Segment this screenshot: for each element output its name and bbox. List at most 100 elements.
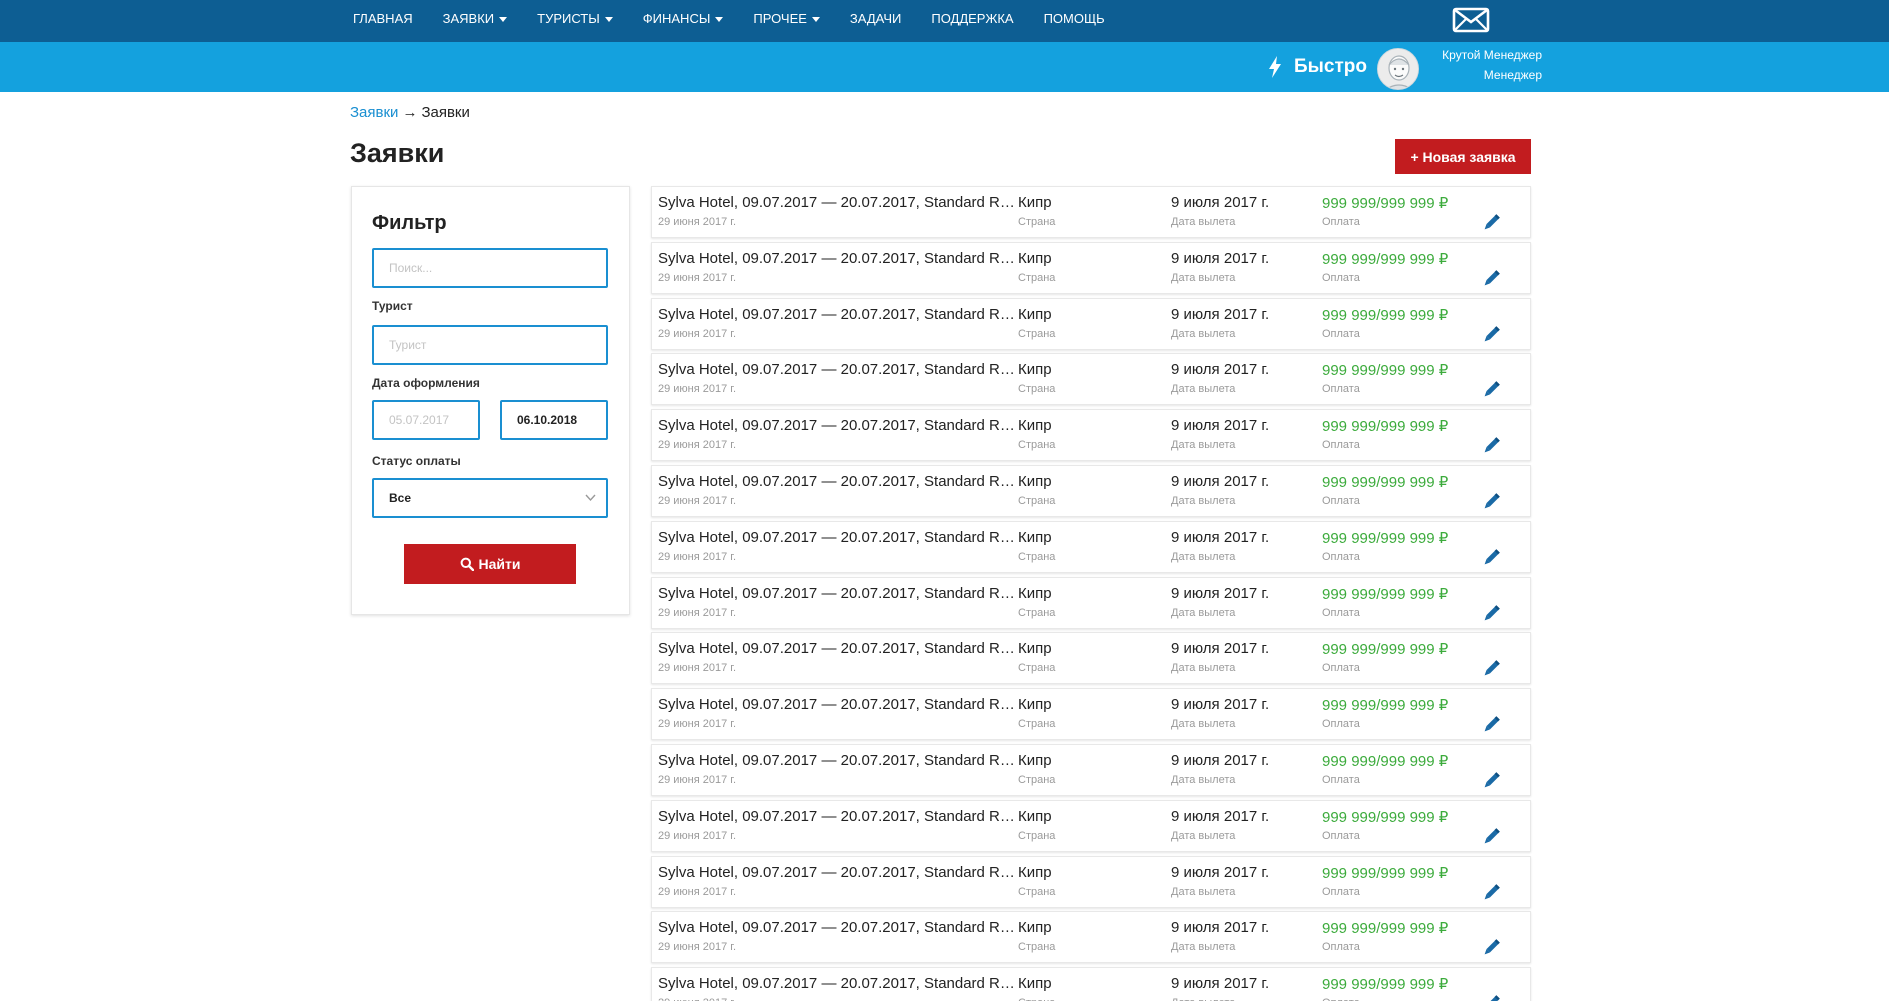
order-payment-label: Оплата <box>1322 550 1360 563</box>
order-title[interactable]: Sylva Hotel, 09.07.2017 — 20.07.2017, St… <box>658 194 1016 211</box>
pencil-icon[interactable] <box>1482 828 1500 846</box>
order-payment: 999 999/999 999 ₽ <box>1322 585 1449 603</box>
order-title[interactable]: Sylva Hotel, 09.07.2017 — 20.07.2017, St… <box>658 250 1016 267</box>
order-payment: 999 999/999 999 ₽ <box>1322 864 1449 882</box>
order-row[interactable]: Sylva Hotel, 09.07.2017 — 20.07.2017, St… <box>651 186 1531 238</box>
order-title[interactable]: Sylva Hotel, 09.07.2017 — 20.07.2017, St… <box>658 919 1016 936</box>
envelope-icon[interactable] <box>1452 7 1490 33</box>
order-departure-label: Дата вылета <box>1171 662 1236 675</box>
order-country: Кипр <box>1018 305 1052 323</box>
order-country: Кипр <box>1018 361 1052 379</box>
order-row[interactable]: Sylva Hotel, 09.07.2017 — 20.07.2017, St… <box>651 855 1531 908</box>
nav-item[interactable]: Задачи <box>850 0 901 42</box>
order-row[interactable]: Sylva Hotel, 09.07.2017 — 20.07.2017, St… <box>651 465 1531 517</box>
order-country-label: Страна <box>1018 829 1056 842</box>
pencil-icon[interactable] <box>1482 995 1500 1001</box>
new-order-button[interactable]: + Новая заявка <box>1395 139 1531 174</box>
pencil-icon[interactable] <box>1482 549 1500 567</box>
order-row[interactable]: Sylva Hotel, 09.07.2017 — 20.07.2017, St… <box>651 799 1531 852</box>
order-title[interactable]: Sylva Hotel, 09.07.2017 — 20.07.2017, St… <box>658 975 1016 992</box>
pencil-icon[interactable] <box>1482 270 1500 288</box>
user-info[interactable]: Крутой Менеджер Менеджер <box>1420 45 1542 85</box>
nav-item[interactable]: Заявки <box>443 0 508 42</box>
caret-down-icon <box>604 17 613 23</box>
filter-panel: Фильтр Турист Дата оформления Статус опл… <box>351 186 630 615</box>
nav-item[interactable]: Главная <box>353 0 413 42</box>
pencil-icon[interactable] <box>1482 381 1500 399</box>
order-payment: 999 999/999 999 ₽ <box>1322 362 1449 380</box>
order-country-label: Страна <box>1018 606 1056 619</box>
quick-button[interactable]: Быстро <box>1268 54 1367 80</box>
order-row[interactable]: Sylva Hotel, 09.07.2017 — 20.07.2017, St… <box>651 911 1531 964</box>
order-payment-label: Оплата <box>1322 216 1360 228</box>
pencil-icon[interactable] <box>1482 437 1500 455</box>
order-departure: 9 июля 2017 г. <box>1171 640 1270 658</box>
order-country: Кипр <box>1018 807 1052 825</box>
order-row[interactable]: Sylva Hotel, 09.07.2017 — 20.07.2017, St… <box>651 967 1531 1001</box>
order-title[interactable]: Sylva Hotel, 09.07.2017 — 20.07.2017, St… <box>658 417 1016 434</box>
order-departure: 9 июля 2017 г. <box>1171 528 1270 546</box>
nav-item[interactable]: Помощь <box>1044 0 1105 42</box>
order-country-label: Страна <box>1018 495 1056 507</box>
pencil-icon[interactable] <box>1482 883 1500 902</box>
nav-item[interactable]: Туристы <box>537 0 613 42</box>
order-created: 29 июня 2017 г. <box>658 495 737 507</box>
search-input[interactable] <box>372 248 608 288</box>
order-row[interactable]: Sylva Hotel, 09.07.2017 — 20.07.2017, St… <box>651 353 1531 406</box>
pencil-icon[interactable] <box>1482 939 1500 957</box>
pencil-icon[interactable] <box>1482 325 1500 344</box>
order-departure-label: Дата вылета <box>1171 439 1236 452</box>
order-title[interactable]: Sylva Hotel, 09.07.2017 — 20.07.2017, St… <box>658 585 1016 602</box>
order-country-label: Страна <box>1018 439 1056 452</box>
order-title[interactable]: Sylva Hotel, 09.07.2017 — 20.07.2017, St… <box>658 640 1016 657</box>
date-from-input[interactable] <box>372 400 480 440</box>
nav-item[interactable]: Поддержка <box>931 0 1013 42</box>
order-title[interactable]: Sylva Hotel, 09.07.2017 — 20.07.2017, St… <box>658 529 1016 546</box>
nav-item-label: Финансы <box>642 11 711 26</box>
order-title[interactable]: Sylva Hotel, 09.07.2017 — 20.07.2017, St… <box>658 473 1016 490</box>
order-title[interactable]: Sylva Hotel, 09.07.2017 — 20.07.2017, St… <box>658 361 1016 378</box>
status-select[interactable]: Все <box>372 478 608 518</box>
order-title[interactable]: Sylva Hotel, 09.07.2017 — 20.07.2017, St… <box>658 696 1016 713</box>
pencil-icon[interactable] <box>1482 772 1500 790</box>
order-row[interactable]: Sylva Hotel, 09.07.2017 — 20.07.2017, St… <box>651 576 1531 629</box>
avatar[interactable] <box>1377 48 1419 90</box>
pencil-icon[interactable] <box>1482 716 1500 734</box>
order-payment: 999 999/999 999 ₽ <box>1322 641 1449 659</box>
order-title[interactable]: Sylva Hotel, 09.07.2017 — 20.07.2017, St… <box>658 808 1016 825</box>
order-country-label: Страна <box>1018 383 1056 396</box>
order-departure-label: Дата вылета <box>1171 271 1236 284</box>
find-button[interactable]: Найти <box>404 544 576 584</box>
order-row[interactable]: Sylva Hotel, 09.07.2017 — 20.07.2017, St… <box>651 241 1531 294</box>
tourist-input[interactable] <box>372 325 608 365</box>
order-row[interactable]: Sylva Hotel, 09.07.2017 — 20.07.2017, St… <box>651 688 1531 741</box>
pencil-icon[interactable] <box>1482 493 1500 511</box>
order-row[interactable]: Sylva Hotel, 09.07.2017 — 20.07.2017, St… <box>651 409 1531 462</box>
nav-item-label: Помощь <box>1043 11 1105 26</box>
order-country-label: Страна <box>1018 271 1056 284</box>
order-row[interactable]: Sylva Hotel, 09.07.2017 — 20.07.2017, St… <box>651 520 1531 573</box>
order-departure-label: Дата вылета <box>1171 327 1236 340</box>
order-title[interactable]: Sylva Hotel, 09.07.2017 — 20.07.2017, St… <box>658 864 1016 881</box>
pencil-icon[interactable] <box>1482 214 1500 232</box>
breadcrumb-separator: → <box>402 104 418 121</box>
order-title[interactable]: Sylva Hotel, 09.07.2017 — 20.07.2017, St… <box>658 306 1016 323</box>
nav-item[interactable]: Прочее <box>753 0 820 42</box>
order-row[interactable]: Sylva Hotel, 09.07.2017 — 20.07.2017, St… <box>651 744 1531 796</box>
pencil-icon[interactable] <box>1482 660 1500 678</box>
order-title[interactable]: Sylva Hotel, 09.07.2017 — 20.07.2017, St… <box>658 752 1016 769</box>
order-created: 29 июня 2017 г. <box>658 216 737 228</box>
order-country: Кипр <box>1018 584 1052 602</box>
nav-item[interactable]: Финансы <box>643 0 724 42</box>
date-to-input[interactable] <box>500 400 608 440</box>
breadcrumb-current: Заявки <box>421 104 470 121</box>
nav-item-label: Прочее <box>753 11 807 26</box>
order-payment-label: Оплата <box>1322 774 1360 786</box>
order-row[interactable]: Sylva Hotel, 09.07.2017 — 20.07.2017, St… <box>651 632 1531 685</box>
order-row[interactable]: Sylva Hotel, 09.07.2017 — 20.07.2017, St… <box>651 297 1531 350</box>
pencil-icon[interactable] <box>1482 604 1500 623</box>
order-departure: 9 июля 2017 г. <box>1171 807 1270 825</box>
breadcrumb-link[interactable]: Заявки <box>350 104 398 121</box>
user-avatar-icon <box>1378 49 1418 89</box>
quick-label: Быстро <box>1294 56 1367 77</box>
